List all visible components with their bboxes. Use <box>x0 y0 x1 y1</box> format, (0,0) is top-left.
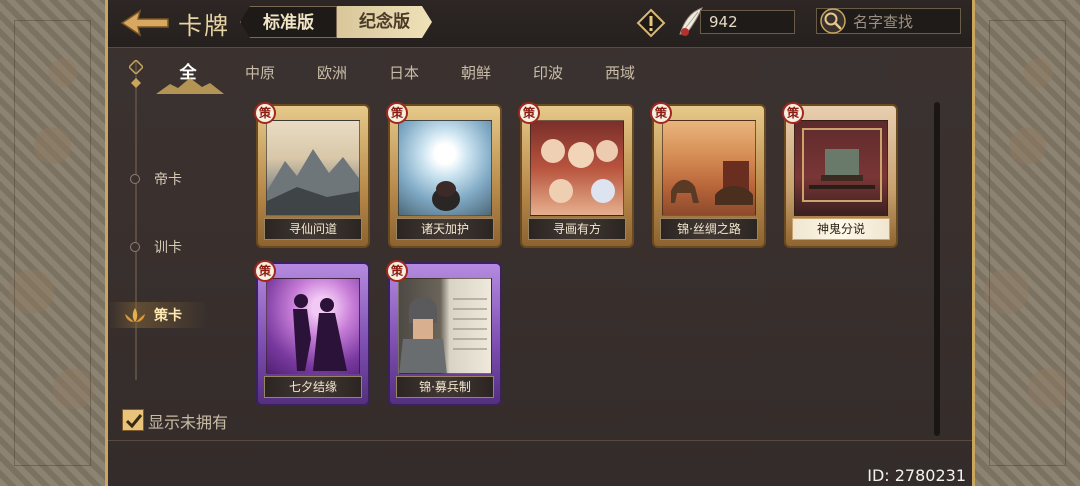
card-type-badge: 策 <box>254 260 276 282</box>
category-emperor-card[interactable]: 帝卡 <box>108 166 208 192</box>
footer-divider <box>108 440 972 441</box>
card-name: 寻仙问道 <box>264 218 362 240</box>
card-art-landscape <box>266 120 360 216</box>
card-type-badge: 策 <box>782 102 804 124</box>
right-decorative-panel <box>972 0 1080 486</box>
search-placeholder: 名字查找 <box>853 13 914 31</box>
card-name: 神鬼分说 <box>792 218 890 240</box>
card-item[interactable]: 策 七夕结缘 <box>254 260 370 406</box>
rail-dot <box>130 174 140 184</box>
card-type-badge: 策 <box>386 102 408 124</box>
card-name: 锦·丝绸之路 <box>660 218 758 240</box>
checkmark-icon <box>125 414 143 429</box>
region-tabs: 全 中原 欧洲 日本 朝鲜 印波 西域 <box>152 54 656 94</box>
page-title: 卡牌 <box>178 12 230 40</box>
category-strategy-card[interactable]: 策卡 <box>108 302 208 328</box>
left-decorative-panel <box>0 0 108 486</box>
version-tabs: 标准版 纪念版 <box>240 6 432 38</box>
card-type-badge: 策 <box>254 102 276 124</box>
card-art-shrine <box>794 120 888 216</box>
rail-diamond-icon <box>129 60 143 74</box>
tab-commemorative[interactable]: 纪念版 <box>337 6 432 38</box>
user-id: ID: 2780231 <box>867 466 966 485</box>
tab-region-korea[interactable]: 朝鲜 <box>440 54 512 92</box>
card-collection-panel: 卡牌 标准版 纪念版 942 名字查找 全 中原 欧洲 日本 朝鲜 印波 西域 … <box>108 0 972 486</box>
category-rail <box>135 60 137 380</box>
show-unowned-checkbox[interactable] <box>122 409 144 431</box>
card-art-divine-light <box>398 120 492 216</box>
category-label: 训卡 <box>154 240 182 256</box>
card-type-badge: 策 <box>386 260 408 282</box>
category-label: 帝卡 <box>154 172 182 188</box>
card-type-badge: 策 <box>650 102 672 124</box>
currency-count: 942 <box>700 10 795 34</box>
card-name: 锦·募兵制 <box>396 376 494 398</box>
card-art-portraits <box>530 120 624 216</box>
card-name: 七夕结缘 <box>264 376 362 398</box>
rail-dot <box>130 242 140 252</box>
mountain-underline-icon <box>156 78 224 94</box>
card-type-badge: 策 <box>518 102 540 124</box>
card-list-scrollbar[interactable] <box>934 102 940 436</box>
card-item[interactable]: 策 寻仙问道 <box>254 102 370 248</box>
search-input[interactable]: 名字查找 <box>816 8 961 34</box>
card-art-caravan <box>662 120 756 216</box>
tab-region-western[interactable]: 西域 <box>584 54 656 92</box>
header-bar: 卡牌 标准版 纪念版 942 名字查找 <box>108 0 972 48</box>
show-unowned-label[interactable]: 显示未拥有 <box>148 409 228 433</box>
card-name: 诸天加护 <box>396 218 494 240</box>
card-art-soldier-scroll <box>398 278 492 374</box>
tab-region-indo-persia[interactable]: 印波 <box>512 54 584 92</box>
category-label: 策卡 <box>154 308 182 324</box>
card-name: 寻画有方 <box>528 218 626 240</box>
card-item[interactable]: 策 锦·丝绸之路 <box>650 102 766 248</box>
card-art-qixi-silhouette <box>266 278 360 374</box>
category-training-card[interactable]: 训卡 <box>108 234 208 260</box>
rail-diamond-icon <box>131 78 141 88</box>
card-item[interactable]: 策 神鬼分说 <box>782 102 898 248</box>
tab-standard[interactable]: 标准版 <box>240 6 337 38</box>
tab-region-all[interactable]: 全 <box>152 54 224 94</box>
back-arrow-icon[interactable] <box>120 8 170 38</box>
warning-icon[interactable] <box>636 8 666 38</box>
card-item[interactable]: 策 锦·募兵制 <box>386 260 502 406</box>
search-icon <box>820 8 846 34</box>
tab-region-japan[interactable]: 日本 <box>368 54 440 92</box>
tab-region-zhongyuan[interactable]: 中原 <box>224 54 296 92</box>
tab-region-europe[interactable]: 欧洲 <box>296 54 368 92</box>
card-item[interactable]: 策 寻画有方 <box>518 102 634 248</box>
lotus-icon <box>125 308 145 322</box>
card-item[interactable]: 策 诸天加护 <box>386 102 502 248</box>
